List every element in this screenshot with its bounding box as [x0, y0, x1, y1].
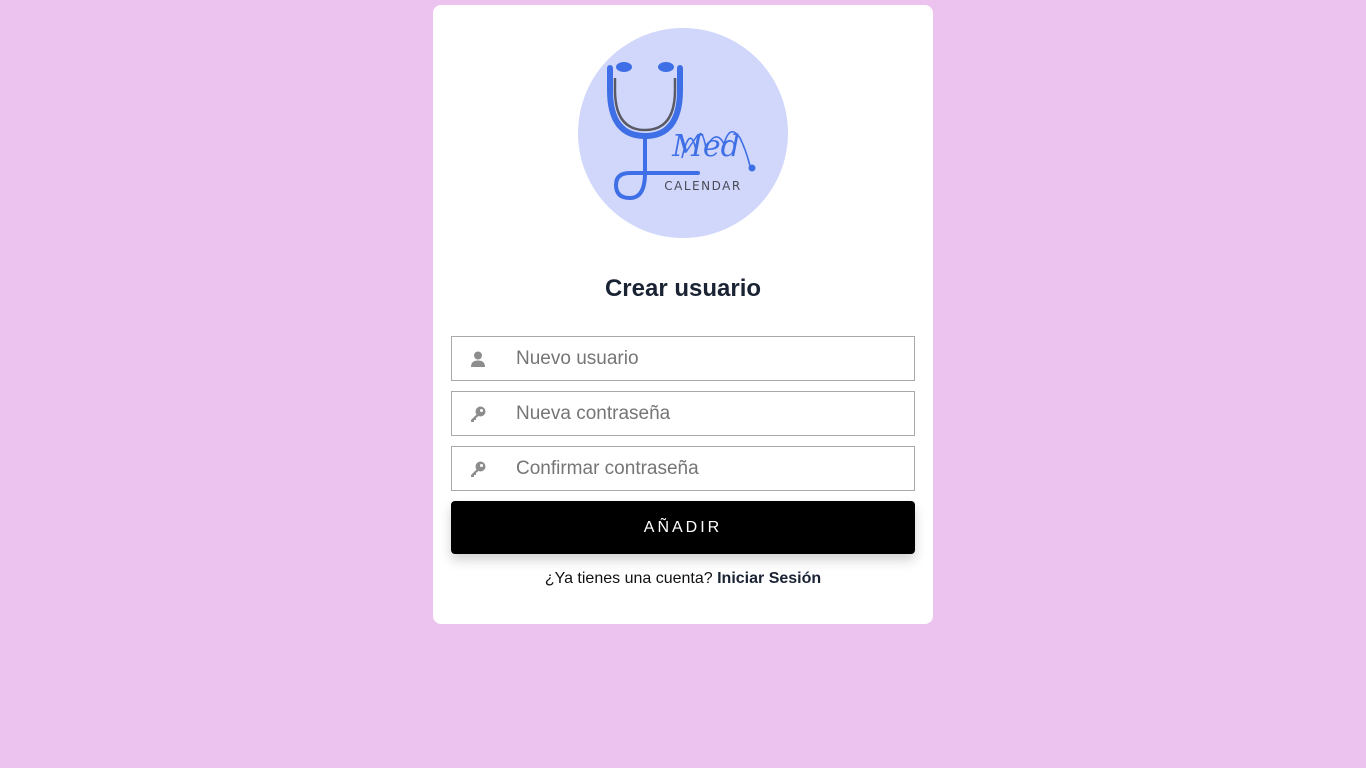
logo-script-text: Med	[671, 129, 740, 164]
login-link[interactable]: Iniciar Sesión	[717, 570, 821, 587]
password-field	[451, 391, 915, 436]
page-title: Crear usuario	[604, 275, 762, 302]
add-user-button[interactable]: AÑADIR	[451, 501, 915, 554]
stethoscope-icon: Med CALENDAR	[607, 62, 756, 201]
user-icon	[469, 350, 487, 368]
logo-caption: CALENDAR	[664, 179, 741, 193]
username-input[interactable]	[516, 337, 906, 380]
med-calendar-logo: Med CALENDAR	[578, 28, 788, 238]
key-icon	[469, 460, 487, 478]
confirm-password-field	[451, 446, 915, 491]
username-field	[451, 336, 915, 381]
password-input[interactable]	[516, 392, 906, 435]
key-icon	[469, 405, 487, 423]
confirm-password-input[interactable]	[516, 447, 906, 490]
register-card: Med CALENDAR Crear usuario Nuevo usuario…	[433, 5, 933, 624]
login-prompt: ¿Ya tienes una cuenta? Iniciar Sesión	[433, 570, 933, 588]
login-prompt-text: ¿Ya tienes una cuenta?	[544, 570, 713, 587]
